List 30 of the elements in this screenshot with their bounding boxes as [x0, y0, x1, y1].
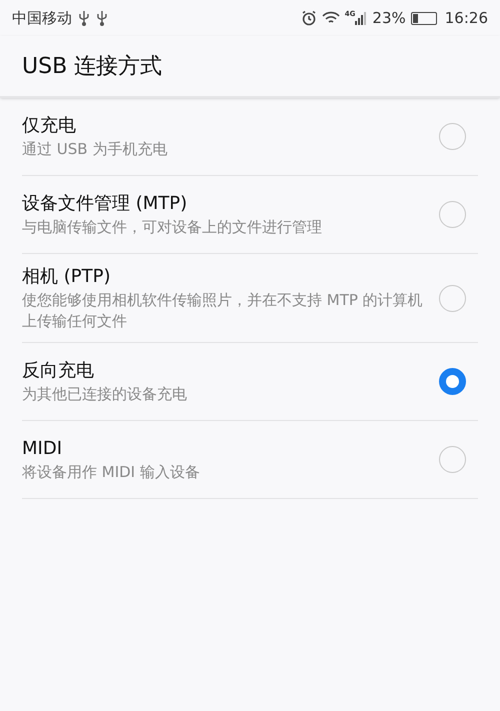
- option-title: 相机 (PTP): [22, 265, 112, 289]
- option-title: 仅充电: [22, 114, 77, 138]
- signal-icon: [355, 11, 368, 25]
- battery-icon: [410, 12, 437, 24]
- usb-option[interactable]: 设备文件管理 (MTP) 与电脑传输文件，可对设备上的文件进行管理: [22, 176, 478, 254]
- wifi-icon: [322, 11, 340, 25]
- radio-button[interactable]: [439, 201, 466, 228]
- option-title: 设备文件管理 (MTP): [22, 192, 188, 216]
- option-description: 使您能够使用相机软件传输照片，并在不支持 MTP 的计算机上传输任何文件: [22, 290, 424, 332]
- radio-button[interactable]: [439, 123, 466, 150]
- radio-button[interactable]: [439, 446, 466, 473]
- page-title: USB 连接方式: [22, 52, 162, 80]
- radio-button[interactable]: [439, 284, 466, 312]
- usb-option[interactable]: 相机 (PTP) 使您能够使用相机软件传输照片，并在不支持 MTP 的计算机上传输任何文件: [22, 254, 478, 343]
- battery-percent: 23%: [372, 8, 406, 29]
- option-description: 与电脑传输文件，可对设备上的文件进行管理: [22, 217, 323, 238]
- usb-option[interactable]: 反向充电 为其他已连接的设备充电: [22, 343, 478, 421]
- usb-option[interactable]: 仅充电 通过 USB 为手机充电: [22, 98, 478, 176]
- option-description: 为其他已连接的设备充电: [22, 384, 188, 405]
- option-title: 反向充电: [22, 359, 95, 383]
- usb-icon: [96, 10, 108, 26]
- option-title: MIDI: [22, 437, 64, 461]
- alarm-icon: [300, 10, 317, 26]
- option-description: 将设备用作 MIDI 输入设备: [22, 462, 201, 483]
- usb-icon: [78, 10, 90, 26]
- usb-option[interactable]: MIDI 将设备用作 MIDI 输入设备: [22, 421, 478, 499]
- clock: 16:26: [444, 8, 488, 29]
- carrier-name: 中国移动: [12, 8, 72, 29]
- option-description: 通过 USB 为手机充电: [22, 139, 168, 160]
- radio-button[interactable]: [439, 368, 466, 395]
